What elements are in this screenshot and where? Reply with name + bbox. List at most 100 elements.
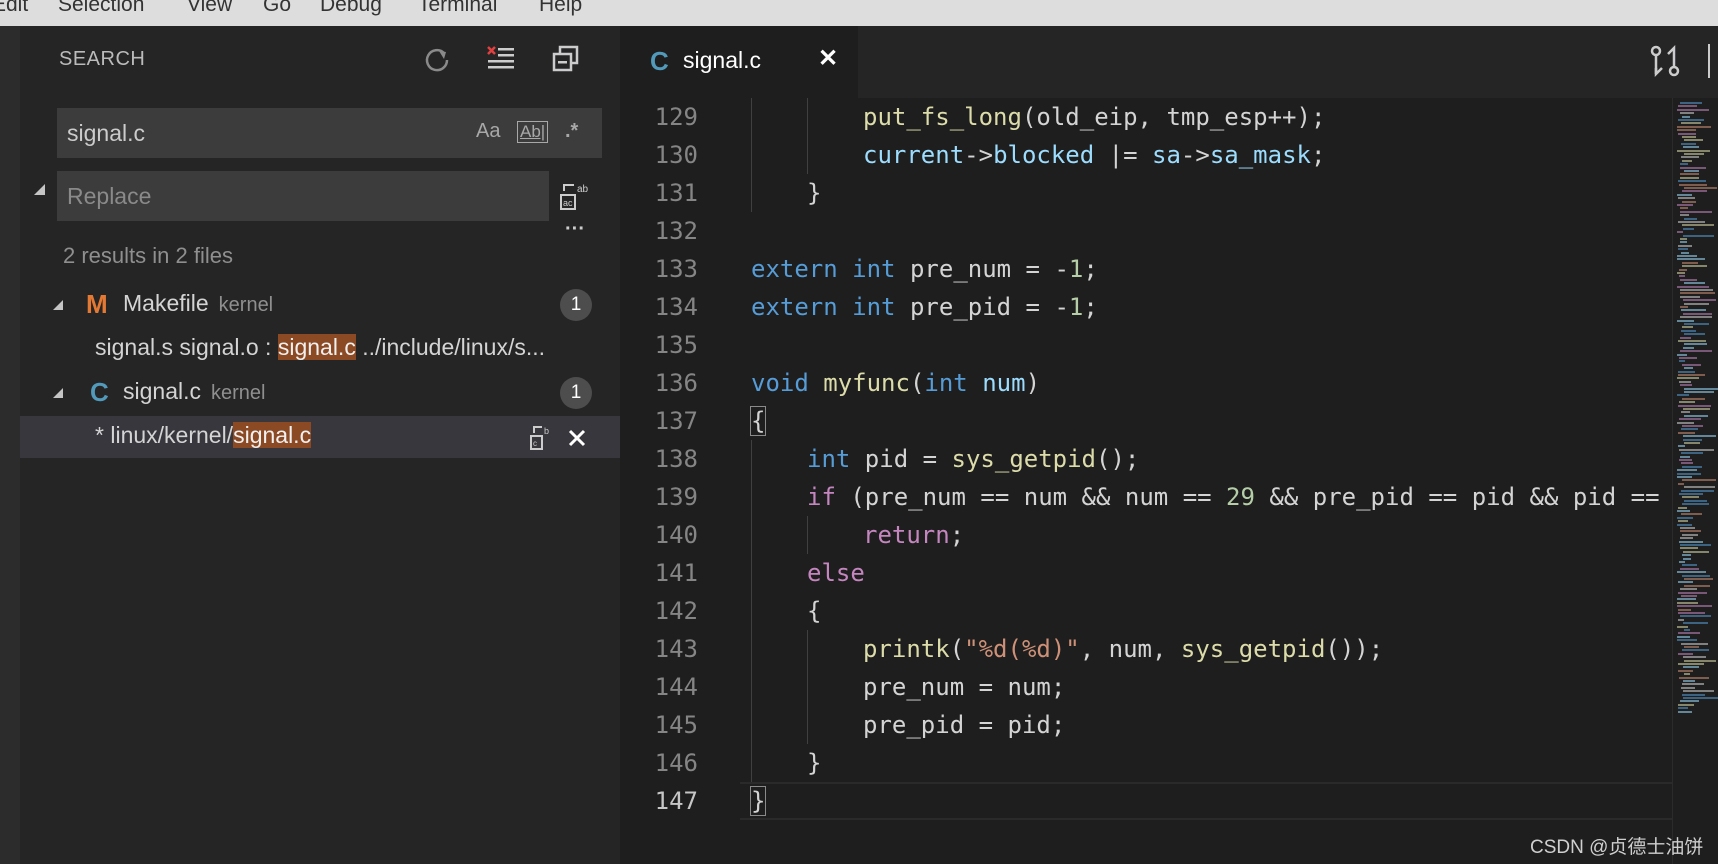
more-options-icon[interactable]: ··· [565, 218, 585, 241]
minimap-line [1677, 394, 1689, 397]
minimap-line [1678, 105, 1697, 108]
menu-go[interactable]: Go [263, 0, 291, 17]
expand-arrow-icon[interactable] [53, 300, 63, 310]
code-line[interactable]: 144 pre_num = num; [620, 668, 1672, 706]
collapse-all-icon[interactable] [551, 44, 581, 74]
minimap-line [1677, 353, 1687, 356]
code-line[interactable]: 132 [620, 212, 1672, 250]
match-prefix: * [95, 422, 111, 448]
minimap-line [1679, 183, 1707, 186]
minimap-line [1678, 445, 1685, 448]
code-line[interactable]: 129 put_fs_long(old_eip, tmp_esp++); [620, 98, 1672, 136]
minimap-line [1683, 312, 1712, 315]
line-number: 141 [654, 559, 698, 587]
code-token: pre_num = - [895, 255, 1069, 283]
minimap-line [1680, 210, 1712, 213]
search-input[interactable]: signal.c Aa Ab| .* [57, 108, 602, 158]
minimap-line [1683, 146, 1699, 149]
result-file-makefile[interactable]: M Makefile kernel 1 [20, 284, 620, 326]
code-line[interactable]: 135 [620, 326, 1672, 364]
menu-edit[interactable]: Edit [0, 0, 28, 17]
minimap-line [1679, 448, 1714, 451]
minimap-line [1684, 302, 1709, 305]
match-path: linux/kernel/ [110, 422, 234, 448]
split-editor-icon[interactable] [1708, 44, 1718, 78]
code-token: ()); [1325, 635, 1384, 663]
code-token: void [751, 369, 809, 397]
toggle-replace-icon[interactable] [34, 184, 45, 195]
minimap[interactable] [1672, 98, 1718, 864]
minimap-line [1683, 227, 1694, 230]
minimap-line [1677, 516, 1693, 519]
code-text: printk("%d(%d)", num, sys_getpid()); [863, 630, 1383, 668]
code-line[interactable]: 131} [620, 174, 1672, 212]
result-match-row[interactable]: signal.s signal.o : signal.c ../include/… [20, 328, 620, 370]
minimap-line [1679, 676, 1709, 679]
minimap-line [1679, 357, 1697, 359]
minimap-line [1678, 370, 1695, 373]
minimap-line [1682, 683, 1704, 686]
whole-word-icon[interactable]: Ab| [517, 121, 549, 143]
clear-results-icon[interactable] [486, 44, 516, 74]
minimap-line [1680, 306, 1688, 308]
minimap-line [1680, 166, 1706, 169]
indent-guide [751, 744, 752, 782]
minimap-line [1680, 588, 1697, 591]
code-line[interactable]: 136 void myfunc(int num) [620, 364, 1672, 402]
minimap-line [1680, 278, 1697, 281]
code-line[interactable]: 146} [620, 744, 1672, 782]
result-file-signal-c[interactable]: C signal.c kernel 1 [20, 372, 620, 414]
code-line[interactable]: 141 else [620, 554, 1672, 592]
code-line[interactable]: 140 return; [620, 516, 1672, 554]
indent-guide [807, 516, 808, 554]
minimap-line [1684, 153, 1704, 155]
code-line[interactable]: 138 int pid = sys_getpid(); [620, 440, 1672, 478]
replace-match-icon[interactable]: c b [529, 424, 555, 452]
minimap-line [1680, 295, 1700, 298]
minimap-line [1677, 193, 1692, 196]
regex-icon[interactable]: .* [565, 120, 578, 143]
minimap-line [1679, 380, 1691, 383]
result-match-row-selected[interactable]: * linux/kernel/signal.c c b [20, 416, 620, 458]
tab-signal-c[interactable]: C signal.c ✕ [620, 26, 858, 98]
code-text: if (pre_num == num && num == 29 && pre_p… [807, 478, 1672, 516]
minimap-line [1677, 377, 1699, 380]
minimap-line [1680, 102, 1702, 104]
replace-input[interactable]: Replace [57, 171, 549, 221]
expand-arrow-icon[interactable] [53, 388, 63, 398]
minimap-line [1678, 710, 1692, 713]
code-line[interactable]: 145 pre_pid = pid; [620, 706, 1672, 744]
indent-guide [751, 630, 752, 668]
code-line[interactable]: 147} [620, 782, 1672, 820]
minimap-line [1678, 520, 1688, 523]
menu-view[interactable]: View [187, 0, 232, 17]
minimap-line [1681, 329, 1696, 332]
minimap-line [1681, 251, 1689, 254]
minimap-line [1684, 170, 1699, 172]
menu-help[interactable]: Help [539, 0, 582, 17]
menu-bar: Edit Selection View Go Debug Terminal He… [0, 0, 1718, 26]
replace-all-icon[interactable]: ac ab [558, 181, 590, 213]
code-line[interactable]: 130 current->blocked |= sa->sa_mask; [620, 136, 1672, 174]
minimap-line [1683, 299, 1716, 302]
code-line[interactable]: 139 if (pre_num == num && num == 29 && pr… [620, 478, 1672, 516]
match-case-icon[interactable]: Aa [476, 120, 500, 143]
code-line[interactable]: 137 { [620, 402, 1672, 440]
dismiss-match-icon[interactable] [567, 428, 587, 448]
code-editor[interactable]: 129 put_fs_long(old_eip, tmp_esp++); 130 cu… [620, 98, 1672, 864]
code-line[interactable]: 142 { [620, 592, 1672, 630]
menu-debug[interactable]: Debug [320, 0, 382, 17]
minimap-line [1684, 282, 1705, 285]
code-line[interactable]: 133 extern int pre_num = -1; [620, 250, 1672, 288]
open-changes-icon[interactable] [1648, 44, 1682, 78]
code-line[interactable]: 143 printk("%d(%d)", num, sys_getpid()); [620, 630, 1672, 668]
minimap-line [1684, 387, 1718, 390]
svg-text:c: c [533, 439, 537, 448]
menu-selection[interactable]: Selection [58, 0, 144, 17]
code-token: int [807, 445, 851, 473]
close-icon[interactable]: ✕ [818, 44, 838, 73]
code-line[interactable]: 134 extern int pre_pid = -1; [620, 288, 1672, 326]
menu-terminal[interactable]: Terminal [418, 0, 497, 17]
refresh-icon[interactable] [422, 44, 452, 74]
